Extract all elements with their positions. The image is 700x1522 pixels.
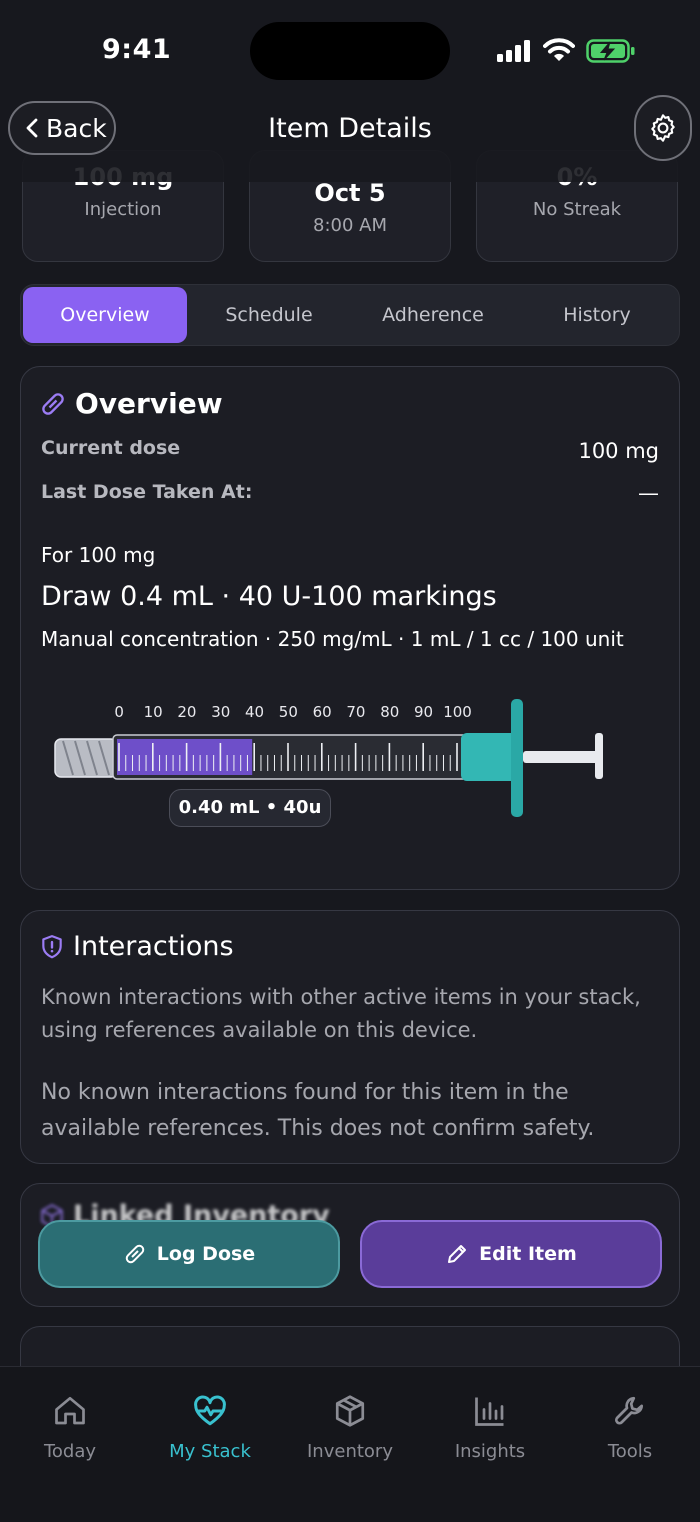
- nav-item-today[interactable]: Today: [0, 1393, 140, 1462]
- last-dose-value: —: [638, 481, 659, 505]
- current-dose-label: Current dose: [41, 437, 181, 459]
- syringe-fill-level: [117, 739, 253, 775]
- bottom-tab-bar: Today My Stack Inventory Insights Tools: [0, 1366, 700, 1522]
- heart-pulse-icon: [194, 1395, 226, 1426]
- bar-chart-icon: [475, 1397, 504, 1426]
- nav-label: Insights: [454, 1441, 526, 1462]
- syringe-plunger-hub: [461, 733, 519, 781]
- pencil-icon: [448, 1245, 467, 1263]
- log-dose-button[interactable]: Log Dose: [38, 1220, 340, 1288]
- concentration-text: Manual concentration · 250 mg/mL · 1 mL …: [41, 627, 624, 651]
- status-bar: 9:41: [0, 0, 700, 100]
- nav-item-insights[interactable]: Insights: [420, 1393, 560, 1462]
- page-title: Item Details: [268, 113, 432, 144]
- stat-value: Oct 5: [314, 179, 386, 207]
- syringe-readout-badge: 0.40 mL • 40u: [169, 789, 331, 827]
- wrench-icon: [614, 1396, 644, 1425]
- syringe-plunger-cap: [595, 733, 603, 779]
- box-icon: [335, 1395, 365, 1427]
- nav-item-tools[interactable]: Tools: [560, 1393, 700, 1462]
- nav-item-my-stack[interactable]: My Stack: [140, 1393, 280, 1462]
- current-dose-value: 100 mg: [578, 439, 659, 463]
- interactions-description: Known interactions with other active ite…: [41, 985, 641, 1042]
- dose-for-text: For 100 mg: [41, 543, 156, 567]
- nav-label: Tools: [607, 1441, 653, 1462]
- tab-schedule[interactable]: Schedule: [187, 287, 351, 343]
- stat-label: Injection: [84, 199, 162, 220]
- gear-icon: [651, 114, 675, 142]
- interactions-result: No known interactions found for this ite…: [41, 1080, 595, 1141]
- interactions-card: Interactions Known interactions with oth…: [20, 910, 680, 1164]
- settings-button[interactable]: [634, 95, 692, 161]
- syringe-flange: [511, 699, 523, 817]
- edit-item-label: Edit Item: [479, 1243, 577, 1265]
- nav-label: Today: [43, 1441, 97, 1462]
- pill-icon: [42, 392, 64, 415]
- overview-card: Overview Current dose 100 mg Last Dose T…: [20, 366, 680, 890]
- stat-label: No Streak: [532, 199, 622, 220]
- dynamic-island: [250, 22, 450, 80]
- nav-label: My Stack: [169, 1441, 251, 1462]
- home-icon: [55, 1396, 85, 1425]
- overview-title-row: Overview: [39, 387, 223, 420]
- edit-item-button[interactable]: Edit Item: [360, 1220, 662, 1288]
- nav-item-inventory[interactable]: Inventory: [280, 1393, 420, 1462]
- stat-label: 8:00 AM: [313, 215, 387, 236]
- nav-label: Inventory: [307, 1441, 393, 1462]
- wifi-icon: [543, 38, 575, 61]
- tab-adherence[interactable]: Adherence: [351, 287, 515, 343]
- shield-alert-icon: [42, 934, 62, 958]
- cellular-signal-icon: [497, 40, 530, 62]
- pill-icon: [125, 1244, 145, 1264]
- interactions-title-row: Interactions: [39, 931, 234, 962]
- draw-instruction: Draw 0.4 mL · 40 U-100 markings: [41, 581, 497, 612]
- status-time: 9:41: [102, 34, 172, 65]
- overview-heading: Overview: [75, 387, 223, 420]
- last-dose-label: Last Dose Taken At:: [41, 481, 253, 503]
- interactions-heading: Interactions: [73, 931, 234, 962]
- tab-overview[interactable]: Overview: [23, 287, 187, 343]
- log-dose-label: Log Dose: [156, 1243, 256, 1265]
- tab-history[interactable]: History: [515, 287, 679, 343]
- battery-charging-icon: [586, 39, 635, 63]
- syringe-illustration: [54, 699, 603, 817]
- segment-tabs: Overview Schedule Adherence History: [20, 284, 680, 346]
- syringe-plunger-rod: [523, 751, 601, 763]
